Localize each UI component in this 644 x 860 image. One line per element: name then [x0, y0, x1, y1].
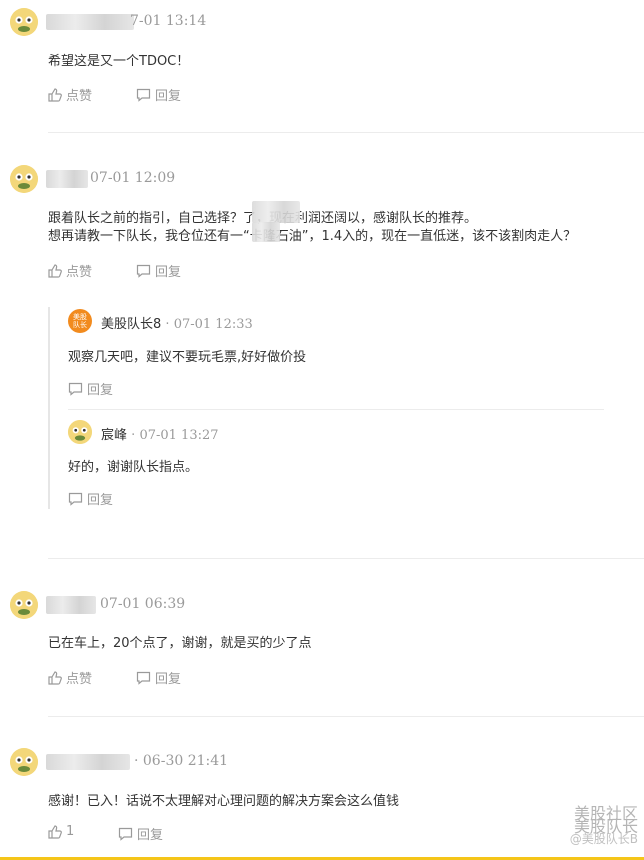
reply-label: 回复 [87, 383, 114, 398]
comment-time: 7-01 13:14 [130, 13, 207, 29]
divider [48, 558, 644, 559]
reply-label: 回复 [155, 265, 182, 280]
separator: · [131, 428, 136, 443]
reply-text: 观察几天吧，建议不要玩毛票,好好做价投 [68, 350, 307, 365]
avatar[interactable] [10, 8, 38, 36]
comment-icon [118, 827, 133, 841]
reply-header: 美股队长8 · 07-01 12:33 [101, 313, 253, 332]
reply-thread-line [48, 307, 50, 509]
username-redacted [46, 754, 130, 770]
separator: · [165, 317, 170, 332]
thumbs-up-icon [48, 263, 62, 278]
avatar[interactable] [10, 165, 38, 193]
watermark-line3: @美股队长B [569, 832, 638, 846]
like-label: 点赞 [66, 89, 93, 104]
comment-text: 已在车上，20个点了，谢谢，就是买的少了点 [48, 636, 312, 651]
like-label: 点赞 [66, 265, 93, 280]
thumbs-up-icon [48, 87, 62, 102]
reply-label: 回复 [155, 89, 182, 104]
reply-button[interactable]: 回复 [136, 668, 181, 687]
thumbs-up-icon [48, 824, 62, 839]
reply-button[interactable]: 回复 [136, 85, 181, 104]
like-button[interactable]: 点赞 [48, 668, 92, 687]
reply-button[interactable]: 回复 [118, 824, 163, 843]
logo-text: 美股队长 [73, 313, 87, 329]
reply-author[interactable]: 宸峰 [101, 428, 127, 443]
comment-text: 感谢！已入！话说不太理解对心理问题的解决方案会这么值钱 [48, 794, 400, 809]
comment-icon [136, 88, 151, 102]
comment-text-line2: 想再请教一下队长，我仓位还有一“卡隆石油”，1.4入的，现在一直低迷，该不该割肉… [48, 229, 577, 244]
username-redacted [46, 14, 134, 30]
reply-button[interactable]: 回复 [136, 261, 181, 280]
avatar-logo[interactable]: 美股队长 [68, 309, 92, 333]
like-button[interactable]: 1 [48, 824, 74, 839]
thumbs-up-icon [48, 670, 62, 685]
reply-text: 好的，谢谢队长指点。 [68, 460, 199, 475]
reply-time: 07-01 13:27 [139, 428, 219, 443]
comment-icon [136, 671, 151, 685]
username-redacted [46, 596, 96, 614]
comment-time: 07-01 12:09 [90, 170, 176, 186]
comment-icon [68, 492, 83, 506]
like-button[interactable]: 点赞 [48, 261, 92, 280]
reply-time: 07-01 12:33 [173, 317, 253, 332]
like-count: 1 [66, 824, 75, 839]
divider [48, 716, 644, 717]
reply-author[interactable]: 美股队长8 [101, 317, 161, 332]
comment-time: 07-01 06:39 [100, 596, 186, 612]
comment-text: 希望这是又一个TDOC！ [48, 54, 190, 69]
comment-icon [136, 264, 151, 278]
redaction [252, 222, 280, 242]
watermark: 美股社区 美股队长 @美股队长B [569, 806, 638, 846]
avatar[interactable] [10, 591, 38, 619]
reply-label: 回复 [155, 672, 182, 687]
reply-label: 回复 [137, 828, 164, 843]
avatar[interactable] [68, 420, 92, 444]
reply-header: 宸峰 · 07-01 13:27 [101, 424, 219, 443]
comment-time: · 06-30 21:41 [134, 753, 229, 769]
divider [68, 409, 604, 410]
avatar[interactable] [10, 748, 38, 776]
redaction [252, 201, 300, 223]
like-label: 点赞 [66, 672, 93, 687]
divider [48, 132, 644, 133]
comment-icon [68, 382, 83, 396]
reply-label: 回复 [87, 493, 114, 508]
username-redacted [46, 170, 88, 188]
reply-button[interactable]: 回复 [68, 489, 113, 508]
reply-button[interactable]: 回复 [68, 379, 113, 398]
like-button[interactable]: 点赞 [48, 85, 92, 104]
